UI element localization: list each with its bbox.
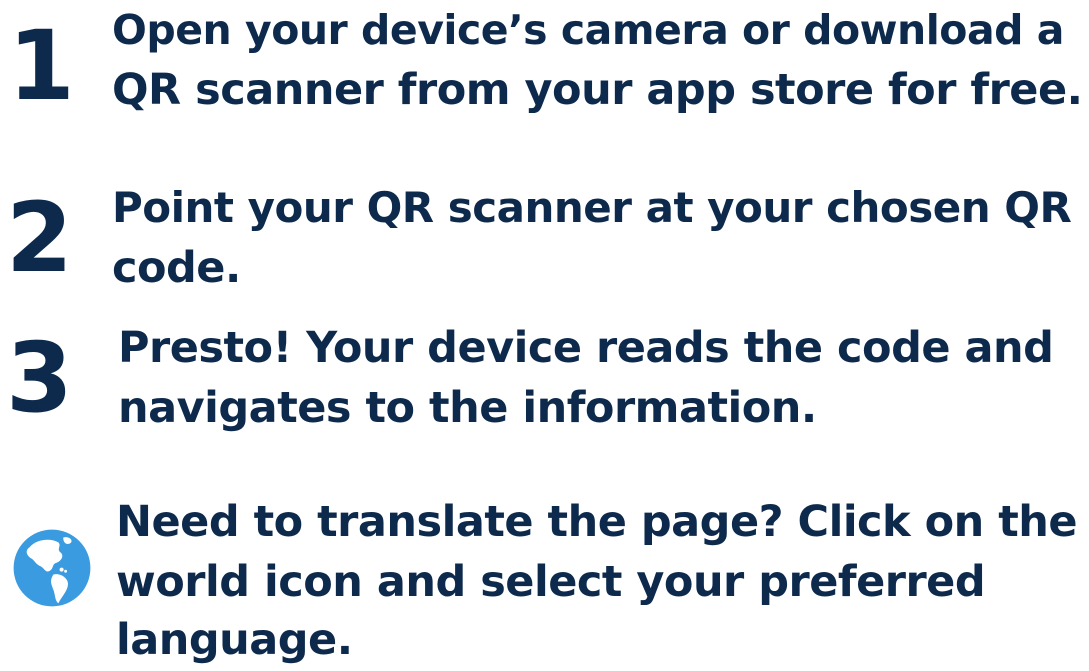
step-text-line: navigates to the information. bbox=[118, 383, 817, 433]
step-text-line: Presto! Your device reads the code and bbox=[118, 323, 1054, 373]
step-text-line: Point your QR scanner at your chosen QR bbox=[112, 183, 1072, 232]
translate-text-line: world icon and select your preferred bbox=[116, 557, 986, 607]
step-text-line: code. bbox=[112, 243, 241, 293]
step-number: 2 bbox=[6, 182, 73, 294]
globe-icon[interactable] bbox=[12, 528, 92, 608]
step-text-line: QR scanner from your app store for free. bbox=[112, 65, 1083, 115]
translate-text-line: language. bbox=[116, 615, 353, 665]
translate-text-line: Need to translate the page? Click on the bbox=[116, 497, 1078, 547]
step-number: 1 bbox=[8, 10, 75, 122]
step-text-line: Open your device’s camera or download a bbox=[112, 6, 1064, 54]
step-number: 3 bbox=[6, 322, 73, 434]
